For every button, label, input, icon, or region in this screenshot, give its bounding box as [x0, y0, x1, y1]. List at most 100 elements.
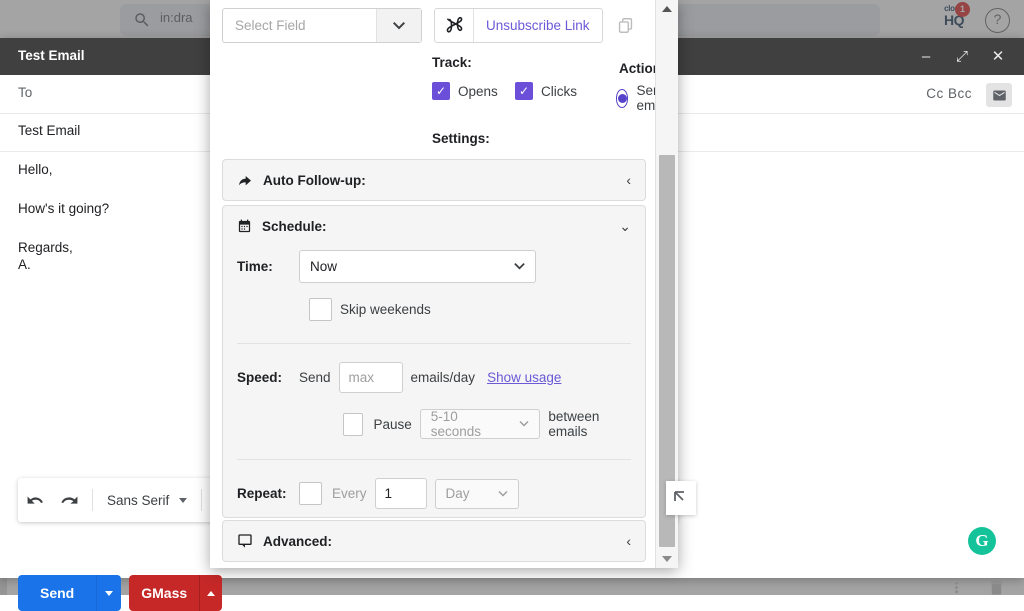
select-field-dropdown[interactable]: Select Field	[222, 8, 422, 43]
section-schedule: Schedule: ⌄ Time: Now Skip weekends Spee…	[222, 205, 646, 518]
chevron-down-icon	[179, 497, 188, 503]
repeat-count-value: 1	[384, 486, 393, 501]
speed-label: Speed:	[237, 370, 283, 385]
schedule-divider-2	[237, 459, 631, 460]
repeat-row: Repeat: Every 1 Day	[223, 478, 645, 509]
font-family-selector[interactable]: Sans Serif	[99, 493, 195, 508]
chevron-down-icon[interactable]	[376, 9, 421, 42]
to-field-placeholder: To	[18, 85, 33, 100]
speed-unit: emails/day	[410, 370, 476, 385]
chevron-down-icon	[504, 263, 525, 270]
scroll-down-arrow-icon[interactable]	[656, 550, 678, 568]
unsubscribe-link-group: Unsubscribe Link	[434, 8, 603, 43]
calendar-icon	[237, 219, 252, 234]
toolbar-divider-2	[201, 489, 203, 511]
show-usage-link[interactable]: Show usage	[487, 370, 561, 385]
schedule-divider-1	[237, 343, 631, 344]
speed-input[interactable]: max	[338, 362, 403, 393]
track-opens-label: Opens	[458, 83, 498, 99]
speed-input-placeholder: max	[348, 370, 375, 385]
chevron-left-icon[interactable]: ‹	[626, 534, 631, 548]
body-line-4: A.	[18, 257, 31, 272]
schedule-time-row: Time: Now	[223, 250, 645, 283]
settings-label: Settings:	[432, 131, 490, 146]
pause-duration-select[interactable]: 5-10 seconds	[419, 409, 541, 439]
subject-value: Test Email	[18, 123, 81, 138]
resize-handle-icon[interactable]	[666, 481, 696, 515]
send-button-group: Send	[18, 575, 122, 611]
advanced-header[interactable]: Advanced: ‹	[223, 521, 645, 561]
track-opens-checkbox[interactable]: ✓ Opens	[432, 82, 498, 100]
section-advanced[interactable]: Advanced: ‹	[222, 520, 646, 562]
checkbox-checked-icon: ✓	[515, 82, 533, 100]
repeat-unit-value: Day	[445, 486, 470, 501]
repeat-checkbox[interactable]	[299, 482, 322, 505]
gmass-button-group: GMass	[129, 575, 223, 611]
auto-followup-title: Auto Follow-up:	[263, 172, 366, 188]
radio-selected-icon	[616, 88, 629, 108]
gmass-button[interactable]: GMass	[129, 575, 200, 611]
checkbox-checked-icon: ✓	[432, 82, 450, 100]
body-line-1: Hello,	[18, 162, 53, 177]
unlink-icon[interactable]	[435, 9, 474, 42]
schedule-title: Schedule:	[262, 218, 327, 234]
pause-row: Pause 5-10 seconds between emails	[223, 409, 645, 439]
time-select-value: Now	[310, 259, 338, 274]
more-vertical-icon[interactable]	[948, 579, 965, 596]
font-family-value: Sans Serif	[107, 492, 170, 508]
skip-weekends-row[interactable]: Skip weekends	[223, 298, 645, 321]
toolbar-divider	[92, 489, 93, 511]
repeat-every-word: Every	[332, 486, 367, 501]
grammarly-icon[interactable]: G	[968, 527, 996, 555]
trash-icon[interactable]	[987, 578, 1006, 597]
pause-checkbox[interactable]	[343, 412, 364, 436]
auto-followup-header[interactable]: Auto Follow-up: ‹	[223, 160, 645, 200]
gmass-settings-panel: Select Field Unsubscribe Link Track: Act…	[210, 0, 678, 568]
gmass-merge-field-row: Select Field Unsubscribe Link	[222, 8, 637, 43]
chevron-down-icon	[488, 490, 508, 497]
chevron-down-icon[interactable]: ⌄	[619, 219, 631, 233]
pause-duration-value: 5-10 seconds	[430, 409, 482, 439]
redo-icon[interactable]	[52, 483, 86, 517]
body-line-2: How's it going?	[18, 201, 110, 216]
speed-row: Speed: Send max emails/day Show usage	[223, 362, 645, 393]
chevron-left-icon[interactable]: ‹	[626, 173, 631, 187]
compose-body[interactable]: Hello, How's it going? Regards, A.	[18, 163, 109, 297]
compose-window-controls: – ⤢ ✕	[916, 38, 1014, 75]
time-label: Time:	[237, 259, 273, 274]
reply-arrow-icon	[237, 172, 253, 188]
pause-word: Pause	[373, 416, 412, 432]
track-clicks-checkbox[interactable]: ✓ Clicks	[515, 82, 577, 100]
cc-bcc-toggle[interactable]: Cc Bcc	[926, 86, 972, 101]
body-line-3: Regards,	[18, 240, 73, 255]
track-label: Track:	[432, 55, 472, 70]
scroll-up-arrow-icon[interactable]	[656, 0, 678, 18]
checkbox-unchecked-icon	[309, 298, 332, 321]
select-field-value: Select Field	[235, 18, 306, 33]
gmass-options-button[interactable]	[199, 575, 223, 611]
undo-icon[interactable]	[18, 483, 52, 517]
close-icon[interactable]: ✕	[988, 49, 1008, 64]
repeat-label: Repeat:	[237, 486, 287, 501]
gmass-panel-content: Select Field Unsubscribe Link Track: Act…	[210, 0, 675, 568]
skip-weekends-label: Skip weekends	[340, 302, 431, 317]
track-clicks-label: Clicks	[541, 83, 577, 99]
advanced-title: Advanced:	[263, 533, 333, 549]
comment-icon	[237, 533, 253, 549]
unsubscribe-link-button[interactable]: Unsubscribe Link	[474, 9, 602, 42]
copy-icon[interactable]	[615, 14, 637, 38]
send-options-button[interactable]	[96, 575, 122, 611]
repeat-count-input[interactable]: 1	[374, 478, 427, 509]
repeat-unit-select[interactable]: Day	[434, 478, 519, 509]
compose-send-row: Send GMass	[18, 575, 223, 611]
minimize-icon[interactable]: –	[916, 49, 936, 64]
compose-title: Test Email	[18, 48, 85, 63]
section-auto-followup[interactable]: Auto Follow-up: ‹	[222, 159, 646, 201]
schedule-header[interactable]: Schedule: ⌄	[223, 206, 645, 246]
send-button[interactable]: Send	[18, 575, 97, 611]
exit-full-screen-icon[interactable]: ⤢	[952, 49, 972, 64]
pause-suffix: between emails	[548, 409, 600, 439]
speed-send-word: Send	[299, 370, 331, 385]
contacts-icon[interactable]	[986, 83, 1012, 107]
time-select[interactable]: Now	[299, 250, 536, 283]
